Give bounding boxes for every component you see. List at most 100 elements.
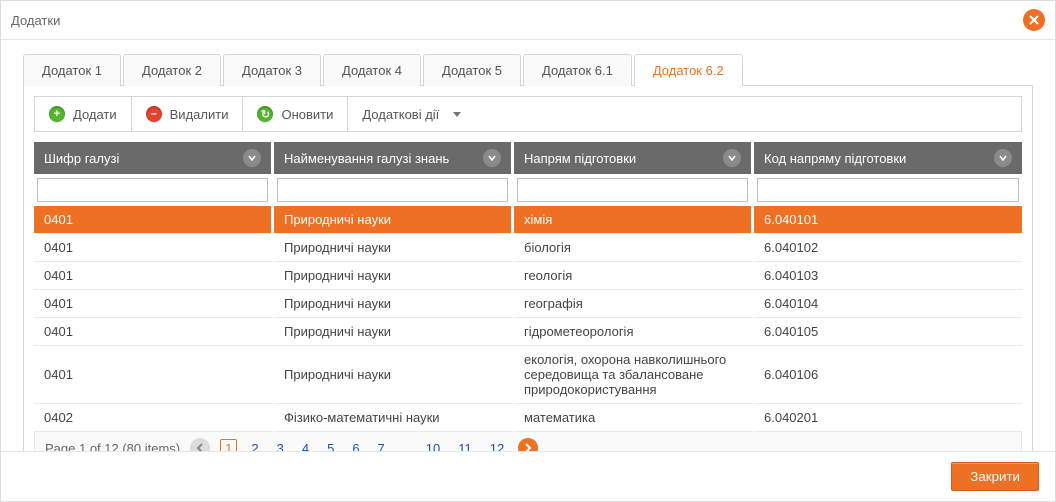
col-header-direction-code[interactable]: Код напряму підготовки — [754, 142, 1022, 174]
table-row[interactable]: 0402 Фізико-математичні науки математика… — [34, 404, 1022, 432]
pager-page-link[interactable]: 5 — [323, 440, 338, 452]
refresh-button-label: Оновити — [281, 107, 333, 122]
tab-dodatok-1[interactable]: Додаток 1 — [23, 54, 121, 86]
pager-page-link[interactable]: 10 — [422, 440, 444, 452]
pager-page-link[interactable]: 12 — [486, 440, 508, 452]
filter-input-direction-code[interactable] — [757, 178, 1019, 202]
refresh-button[interactable]: ↻ Оновити — [243, 97, 348, 131]
col-header-direction[interactable]: Напрям підготовки — [514, 142, 754, 174]
table-row[interactable]: 0401 Природничі науки географія 6.040104 — [34, 290, 1022, 318]
extra-actions-label: Додаткові дії — [362, 107, 439, 122]
chevron-down-icon — [453, 112, 461, 117]
filter-input-branch-name[interactable] — [277, 178, 508, 202]
cell: Природничі науки — [274, 346, 514, 404]
cell: Природничі науки — [274, 234, 514, 262]
pager: Page 1 of 12 (80 items) 1 2 3 4 5 6 7 … … — [34, 432, 1022, 451]
table-row[interactable]: 0401 Природничі науки екологія, охорона … — [34, 346, 1022, 404]
close-icon[interactable] — [1023, 9, 1045, 31]
close-button-label: Закрити — [970, 469, 1020, 484]
toolbar: + Додати – Видалити ↻ Оновити Додаткові … — [34, 96, 1022, 132]
pager-next-button[interactable] — [518, 438, 538, 451]
cell: геологія — [514, 262, 754, 290]
col-header-label: Шифр галузі — [44, 151, 119, 166]
filter-input-direction[interactable] — [517, 178, 748, 202]
tab-label: Додаток 2 — [142, 63, 202, 78]
col-header-label: Найменування галузі знань — [284, 151, 449, 166]
tab-dodatok-3[interactable]: Додаток 3 — [223, 54, 321, 86]
tab-dodatok-5[interactable]: Додаток 5 — [423, 54, 521, 86]
cell: 6.040103 — [754, 262, 1022, 290]
minus-icon: – — [146, 106, 162, 122]
delete-button[interactable]: – Видалити — [132, 97, 244, 131]
cell: 0401 — [34, 318, 274, 346]
pager-page-link[interactable]: 11 — [454, 440, 476, 452]
cell: 0402 — [34, 404, 274, 432]
cell: 6.040105 — [754, 318, 1022, 346]
cell: хімія — [514, 206, 754, 234]
col-header-code[interactable]: Шифр галузі — [34, 142, 274, 174]
cell: 0401 — [34, 234, 274, 262]
pager-pages: 1 2 3 4 5 6 7 … 10 11 12 — [220, 439, 508, 452]
tabstrip: Додаток 1 Додаток 2 Додаток 3 Додаток 4 … — [23, 54, 1033, 86]
chevron-down-icon[interactable] — [483, 149, 501, 167]
grid-body: 0401 Природничі науки хімія 6.040101 040… — [34, 206, 1022, 432]
col-header-label: Напрям підготовки — [524, 151, 636, 166]
tab-dodatok-2[interactable]: Додаток 2 — [123, 54, 221, 86]
extra-actions-button[interactable]: Додаткові дії — [348, 97, 475, 131]
filter-input-code[interactable] — [37, 178, 268, 202]
dialog: Додатки Додаток 1 Додаток 2 Додаток 3 До… — [0, 0, 1056, 502]
pager-page-link[interactable]: 4 — [298, 440, 313, 452]
add-button-label: Додати — [73, 107, 117, 122]
tab-dodatok-6-1[interactable]: Додаток 6.1 — [523, 54, 632, 86]
pager-page-link[interactable]: 7 — [374, 440, 389, 452]
tab-label: Додаток 5 — [442, 63, 502, 78]
chevron-down-icon[interactable] — [723, 149, 741, 167]
tab-label: Додаток 6.2 — [653, 63, 724, 78]
cell: 0401 — [34, 262, 274, 290]
cell: Природничі науки — [274, 206, 514, 234]
cell: Природничі науки — [274, 290, 514, 318]
pager-page-link[interactable]: 1 — [220, 439, 237, 452]
cell: Природничі науки — [274, 318, 514, 346]
tab-dodatok-4[interactable]: Додаток 4 — [323, 54, 421, 86]
pager-page-link[interactable]: 2 — [247, 440, 262, 452]
grid: Шифр галузі Найменування галузі знань — [34, 142, 1022, 432]
delete-button-label: Видалити — [170, 107, 229, 122]
pager-prev-button[interactable] — [190, 438, 210, 451]
cell: 0401 — [34, 206, 274, 234]
pager-page-link[interactable]: 6 — [348, 440, 363, 452]
titlebar: Додатки — [1, 1, 1055, 40]
plus-icon: + — [49, 106, 65, 122]
cell: 0401 — [34, 290, 274, 318]
cell: 6.040104 — [754, 290, 1022, 318]
cell: біологія — [514, 234, 754, 262]
cell: 6.040106 — [754, 346, 1022, 404]
tab-label: Додаток 3 — [242, 63, 302, 78]
tab-dodatok-6-2[interactable]: Додаток 6.2 — [634, 54, 743, 86]
header-row: Шифр галузі Найменування галузі знань — [34, 142, 1022, 174]
cell: Фізико-математичні науки — [274, 404, 514, 432]
table-row[interactable]: 0401 Природничі науки хімія 6.040101 — [34, 206, 1022, 234]
dialog-body: Додаток 1 Додаток 2 Додаток 3 Додаток 4 … — [1, 40, 1055, 451]
tab-label: Додаток 4 — [342, 63, 402, 78]
table-row[interactable]: 0401 Природничі науки геологія 6.040103 — [34, 262, 1022, 290]
chevron-down-icon[interactable] — [243, 149, 261, 167]
tab-label: Додаток 6.1 — [542, 63, 613, 78]
table-row[interactable]: 0401 Природничі науки біологія 6.040102 — [34, 234, 1022, 262]
tab-panel: + Додати – Видалити ↻ Оновити Додаткові … — [23, 85, 1033, 451]
dialog-footer: Закрити — [1, 451, 1055, 501]
cell: географія — [514, 290, 754, 318]
close-button[interactable]: Закрити — [951, 462, 1039, 491]
col-header-branch-name[interactable]: Найменування галузі знань — [274, 142, 514, 174]
cell: 6.040102 — [754, 234, 1022, 262]
pager-page-link[interactable]: 3 — [273, 440, 288, 452]
refresh-icon: ↻ — [257, 106, 273, 122]
pager-summary: Page 1 of 12 (80 items) — [45, 441, 180, 452]
add-button[interactable]: + Додати — [35, 97, 132, 131]
cell: 6.040201 — [754, 404, 1022, 432]
chevron-down-icon[interactable] — [994, 149, 1012, 167]
table-row[interactable]: 0401 Природничі науки гідрометеорологія … — [34, 318, 1022, 346]
cell: математика — [514, 404, 754, 432]
tab-label: Додаток 1 — [42, 63, 102, 78]
col-header-label: Код напряму підготовки — [764, 151, 906, 166]
